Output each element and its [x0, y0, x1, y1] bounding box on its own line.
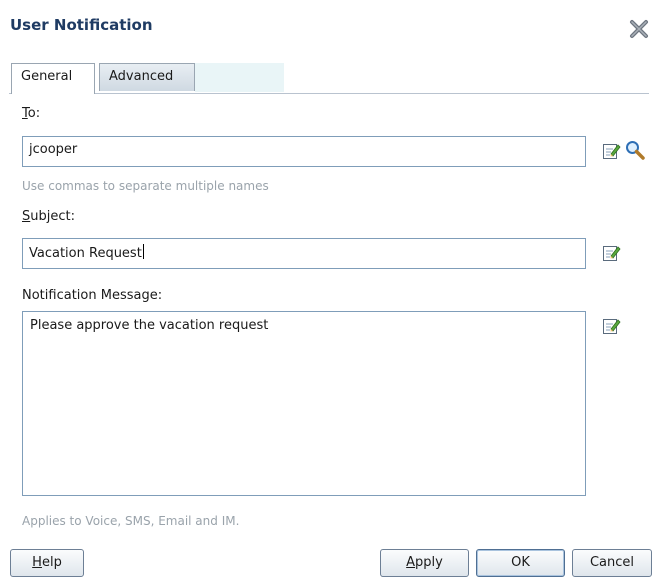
text-caret [142, 244, 144, 259]
message-hint: Applies to Voice, SMS, Email and IM. [22, 514, 240, 528]
tab-advanced[interactable]: Advanced [99, 63, 195, 91]
tab-bar: General Advanced [9, 63, 649, 94]
tab-general[interactable]: General [11, 63, 95, 94]
edit-expression-icon[interactable] [601, 316, 621, 336]
apply-button[interactable]: Apply [380, 549, 469, 577]
edit-expression-icon[interactable] [601, 243, 621, 263]
ok-button[interactable]: OK [476, 549, 565, 577]
search-icon[interactable] [624, 139, 645, 160]
help-button-accelerator: H [32, 555, 42, 570]
help-button[interactable]: Help [10, 549, 84, 577]
close-icon[interactable] [628, 18, 650, 40]
apply-button-label: pply [415, 555, 443, 570]
subject-label: Subject: [22, 209, 75, 224]
edit-expression-icon[interactable] [601, 141, 621, 161]
to-input-value: jcooper [29, 142, 78, 157]
cancel-button[interactable]: Cancel [572, 549, 652, 577]
user-notification-dialog: User Notification General Advanced To: j… [0, 0, 662, 588]
to-input[interactable]: jcooper [22, 136, 586, 167]
subject-input[interactable]: Vacation Request [22, 238, 586, 269]
tab-strip-background [195, 63, 284, 92]
dialog-title: User Notification [10, 16, 153, 34]
message-textarea[interactable]: Please approve the vacation request [22, 311, 586, 496]
to-hint: Use commas to separate multiple names [22, 179, 269, 193]
to-label-text: o: [27, 106, 41, 121]
help-button-label: elp [41, 555, 62, 570]
apply-button-accelerator: A [406, 555, 416, 570]
subject-label-text: ubject: [30, 209, 75, 224]
message-label: Notification Message: [22, 288, 163, 303]
subject-input-value: Vacation Request [29, 246, 142, 261]
message-textarea-value: Please approve the vacation request [30, 318, 269, 333]
to-label: To: [22, 106, 40, 121]
